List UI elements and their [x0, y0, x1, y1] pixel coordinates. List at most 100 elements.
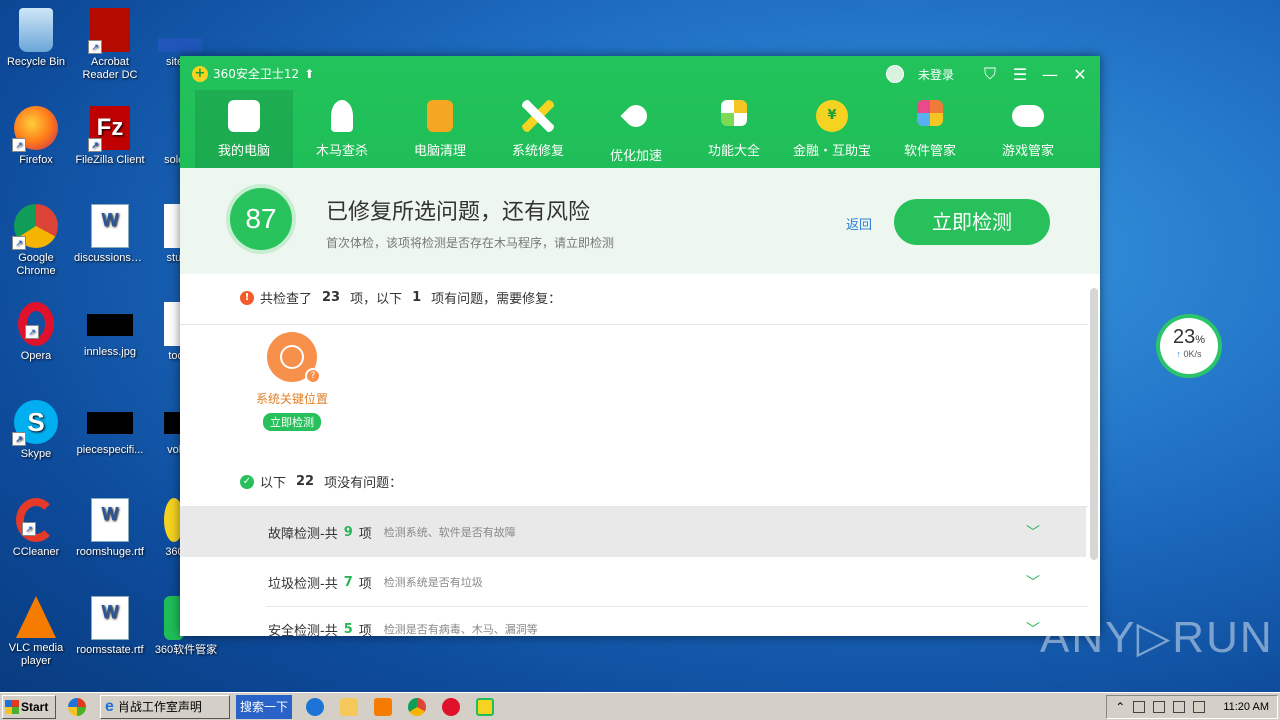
issue-name: 系统关键位置 [255, 392, 328, 406]
opera-icon[interactable] [442, 697, 460, 716]
desktop-icon-opera[interactable]: ↗ Opera [0, 302, 72, 363]
desktop-icon-skype[interactable]: S ↗ Skype [0, 400, 72, 461]
system-tray: ⌃ 11:20 AM [1106, 694, 1278, 719]
login-status[interactable]: 未登录 [918, 66, 954, 83]
recycle-bin-icon [19, 8, 53, 52]
ie-icon[interactable] [306, 697, 324, 716]
vlc-icon [16, 596, 56, 638]
tab-game-manager[interactable]: 游戏管家 [979, 90, 1077, 168]
category-row-fault-check[interactable]: 故障检测-共 9 项 检测系统、软件是否有故障 ﹀ [180, 507, 1086, 557]
volume-icon[interactable] [1173, 700, 1186, 713]
acrobat-icon: ↗ [88, 8, 130, 54]
close-button[interactable]: ✕ [1072, 65, 1088, 84]
search-button[interactable]: 搜索一下 [236, 694, 292, 719]
ccleaner-icon: ↗ [16, 498, 56, 542]
issue-scan-button[interactable]: 立即检测 [263, 413, 321, 431]
image-thumbnail-icon [87, 314, 133, 336]
action-center-flag-icon[interactable] [1193, 700, 1206, 713]
start-label: Start [21, 699, 49, 714]
tab-speedup[interactable]: 优化加速 [587, 90, 685, 168]
network-speed-widget[interactable]: 23% ↑ 0K/s [1156, 314, 1222, 378]
avatar-icon[interactable] [885, 65, 904, 83]
scan-now-button[interactable]: 立即检测 [894, 199, 1050, 245]
category-row-security-check[interactable]: 安全检测-共 5 项 检测是否有病毒、木马、漏洞等 ﹀ [180, 608, 1086, 637]
filezilla-icon: Fz ↗ [88, 106, 130, 152]
desktop-icon-jpg-file[interactable]: innless.jpg [74, 302, 146, 359]
tab-cleanup[interactable]: 电脑清理 [391, 90, 489, 168]
menu-icon[interactable]: ☰ [1012, 65, 1028, 84]
360-safe-icon[interactable] [476, 697, 494, 716]
start-button[interactable]: Start [2, 694, 56, 719]
issues-count: 1 [412, 290, 422, 305]
anyrun-watermark: ANY▷RUN [1040, 613, 1274, 662]
ok-count: 22 [296, 474, 315, 489]
tab-label: 木马查杀 [315, 144, 368, 159]
tab-label: 金融・互助宝 [792, 144, 871, 159]
taskbar: Start e 肖战工作室声明 搜索一下 ⌃ 11:20 AM [0, 692, 1280, 720]
media-player-icon[interactable] [374, 697, 392, 716]
rocket-icon [620, 100, 652, 132]
tab-software-manager[interactable]: 软件管家 [881, 90, 979, 168]
tab-label: 电脑清理 [413, 144, 466, 159]
upgrade-arrow-icon[interactable]: ⬆ [304, 67, 314, 81]
minimize-button[interactable]: — [1042, 65, 1058, 84]
quick-launch-icon[interactable] [68, 697, 86, 716]
opera-icon: ↗ [18, 302, 54, 346]
target-icon: ? [267, 332, 321, 384]
desktop-icon-roomshuge[interactable]: W roomshuge.rtf [74, 498, 146, 559]
warning-icon: ! [240, 290, 254, 305]
clock[interactable]: 11:20 AM [1223, 701, 1269, 713]
category-unit: 项 [358, 576, 372, 592]
back-link[interactable]: 返回 [846, 214, 872, 233]
desktop-icon-rtf-file[interactable]: W discussionse... [74, 204, 146, 265]
issue-system-key-location: ? 系统关键位置 立即检测 [244, 332, 340, 431]
chevron-down-icon[interactable]: ﹀ [1026, 572, 1040, 592]
tab-my-computer[interactable]: 我的电脑 [195, 90, 293, 168]
upload-arrow-icon: ↑ [1176, 349, 1181, 359]
desktop-icon-roomsstate[interactable]: W roomsstate.rtf [74, 596, 146, 657]
word-document-icon: W [91, 498, 129, 542]
ok-header: ✓ 以下 22 项没有问题： [240, 472, 402, 491]
tab-trojan-scan[interactable]: 木马查杀 [293, 90, 391, 168]
chrome-icon[interactable] [408, 697, 426, 716]
app-header: + 360安全卫士12 ⬆ 未登录 ⛉ ☰ — ✕ 我的电脑 木马查杀 电脑清理 [180, 56, 1100, 168]
speed-value: 0K/s [1183, 349, 1202, 359]
category-name: 垃圾检测-共 [268, 576, 338, 592]
clipped-list: 安全检测-共 5 项 检测是否有病毒、木马、漏洞等 ﹀ [180, 608, 1100, 637]
tab-finance[interactable]: ¥ 金融・互助宝 [783, 90, 881, 168]
firefox-icon: ↗ [12, 106, 58, 152]
skin-icon[interactable]: ⛉ [982, 64, 998, 84]
folder-icon[interactable] [340, 697, 358, 716]
app-title: 360安全卫士12 [213, 67, 300, 81]
network-icon[interactable] [1133, 700, 1146, 713]
memory-percent: 23% [1160, 326, 1218, 349]
desktop-icon-vlc[interactable]: VLC media player [0, 596, 72, 668]
window-title: + 360安全卫士12 ⬆ [192, 65, 314, 82]
category-row-junk-check[interactable]: 垃圾检测-共 7 项 检测系统是否有垃圾 ﹀ [180, 557, 1086, 607]
desktop-icon-ccleaner[interactable]: ↗ CCleaner [0, 498, 72, 559]
desktop-icon-acrobat[interactable]: ↗ Acrobat Reader DC [74, 8, 146, 82]
monitor-icon [228, 100, 260, 132]
status-panel: 87 已修复所选问题，还有风险 首次体检，该项将检测是否存在木马程序，请立即检测… [180, 168, 1100, 274]
desktop-icon-recycle-bin[interactable]: Recycle Bin [0, 8, 72, 69]
tray-expand-icon[interactable]: ⌃ [1115, 700, 1125, 714]
taskbar-item-ie[interactable]: e 肖战工作室声明 [100, 694, 230, 719]
360-logo-icon: + [192, 65, 208, 82]
tab-system-repair[interactable]: 系统修复 [489, 90, 587, 168]
grid-icon [721, 100, 747, 126]
desktop-icon-filezilla[interactable]: Fz ↗ FileZilla Client [74, 106, 146, 167]
yen-coin-icon: ¥ [816, 100, 848, 132]
tab-all-features[interactable]: 功能大全 [685, 90, 783, 168]
desktop-icon-pieces-file[interactable]: piecespecifi... [74, 400, 146, 457]
scrollbar[interactable] [1090, 288, 1098, 560]
tab-label: 软件管家 [903, 144, 956, 159]
desktop-icon-firefox[interactable]: ↗ Firefox [0, 106, 72, 167]
chevron-down-icon[interactable]: ﹀ [1026, 522, 1040, 542]
printer-icon[interactable] [1153, 700, 1166, 713]
chevron-down-icon[interactable]: ﹀ [1026, 619, 1040, 636]
issues-prefix: 共检查了 [260, 292, 313, 307]
windows-logo-icon [5, 699, 19, 714]
horse-icon [331, 100, 353, 132]
desktop-icon-chrome[interactable]: ↗ Google Chrome [0, 204, 72, 278]
word-document-icon: W [91, 596, 129, 640]
